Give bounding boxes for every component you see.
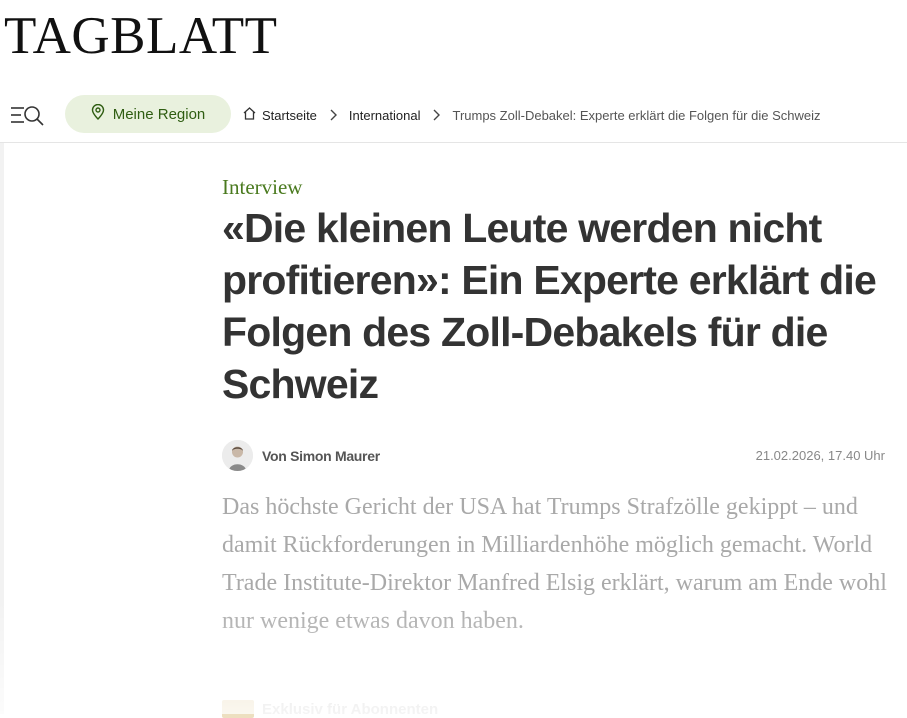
author-name[interactable]: Von Simon Maurer	[262, 448, 380, 464]
breadcrumb-home[interactable]: Startseite	[242, 106, 317, 124]
masthead: TAGBLATT	[4, 8, 278, 64]
exclusive-label: Exklusiv für Abonnenten	[222, 700, 438, 718]
location-pin-icon	[91, 103, 105, 125]
navigation-bar: Meine Region Startseite International Tr…	[0, 88, 907, 143]
breadcrumb-home-label: Startseite	[262, 107, 317, 123]
my-region-label: Meine Region	[112, 105, 206, 123]
plus-badge-icon	[222, 700, 254, 718]
breadcrumb-current-label: Trumps Zoll-Debakel: Experte erklärt die…	[452, 107, 821, 123]
article-kicker: Interview	[222, 175, 303, 199]
breadcrumb-section[interactable]: International	[349, 108, 421, 123]
chevron-right-icon	[329, 109, 337, 121]
author-avatar[interactable]	[222, 440, 253, 471]
site-logo[interactable]: TAGBLATT	[4, 8, 278, 64]
home-icon	[242, 106, 257, 124]
left-divider	[0, 143, 4, 714]
breadcrumb-current: Trumps Zoll-Debakel: Experte erklärt die…	[452, 108, 820, 123]
article-header: Interview «Die kleinen Leute werden nich…	[222, 172, 890, 410]
menu-search-icon[interactable]	[10, 103, 46, 127]
my-region-button[interactable]: Meine Region	[65, 95, 231, 133]
publish-date: 21.02.2026, 17.40 Uhr	[755, 448, 885, 463]
byline: Von Simon Maurer 21.02.2026, 17.40 Uhr	[222, 440, 885, 472]
chevron-right-icon	[432, 109, 441, 121]
breadcrumb-section-label: International	[348, 107, 421, 123]
exclusive-text: Exklusiv für Abonnenten	[262, 700, 439, 718]
article-headline: «Die kleinen Leute werden nicht profitie…	[222, 205, 877, 407]
article-lead: Das höchste Gericht der USA hat Trumps S…	[222, 494, 887, 634]
breadcrumb: Startseite International Trumps Zoll-Deb…	[242, 88, 820, 142]
